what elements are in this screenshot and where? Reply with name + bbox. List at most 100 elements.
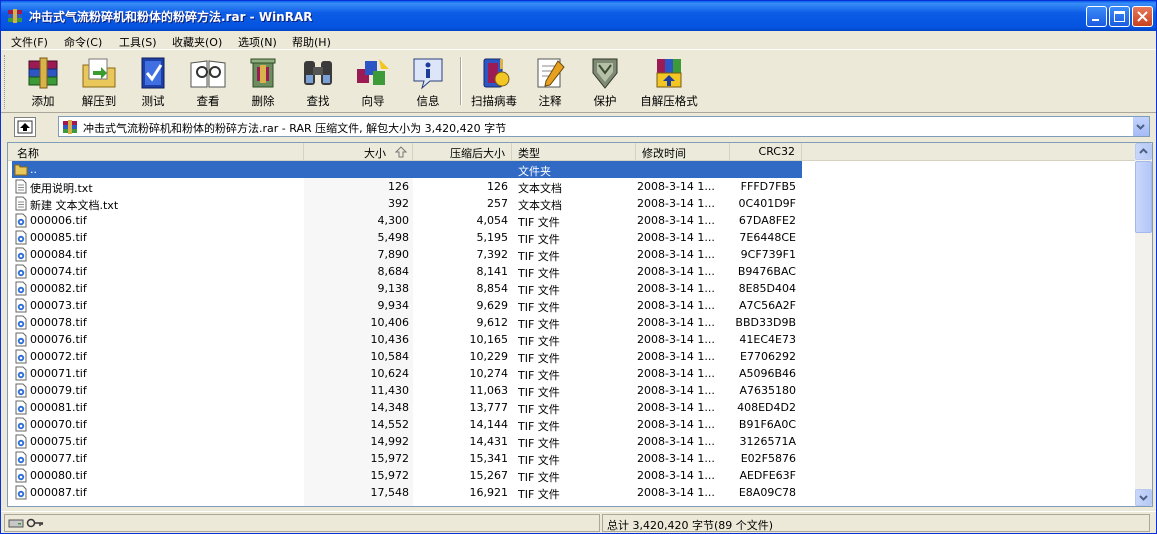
column-type-label: 类型: [518, 147, 540, 160]
cell-type: 文本文档: [518, 199, 562, 212]
folder-up-icon: [14, 164, 28, 176]
cell-packed: 4,054: [476, 214, 509, 227]
file-row[interactable]: 000084.tif 7,890 7,392 TIF 文件 2008-3-14 1...…: [8, 246, 1136, 263]
key-icon[interactable]: [26, 517, 44, 529]
file-row[interactable]: 000006.tif 4,300 4,054 TIF 文件 2008-3-14 1...…: [8, 212, 1136, 229]
cell-packed: 7,392: [476, 248, 509, 261]
file-row[interactable]: 000077.tif 15,972 15,341 TIF 文件 2008-3-14 1.…: [8, 450, 1136, 467]
cell-type: TIF 文件: [518, 471, 560, 484]
cell-name: 000074.tif: [30, 265, 87, 278]
scroll-up-button[interactable]: [1135, 143, 1152, 160]
cell-type: TIF 文件: [518, 352, 560, 365]
cell-size: 10,624: [370, 367, 410, 380]
cell-modified: 2008-3-14 1...: [637, 350, 715, 363]
column-packed-label: 压缩后大小: [450, 147, 505, 160]
column-size[interactable]: 大小: [304, 143, 413, 161]
menu-tools[interactable]: 工具(S): [119, 34, 157, 50]
view-button[interactable]: 查看: [180, 53, 236, 109]
address-combo[interactable]: 冲击式气流粉碎机和粉体的粉碎方法.rar - RAR 压缩文件, 解包大小为 3…: [58, 116, 1150, 137]
file-row[interactable]: 000079.tif 11,430 11,063 TIF 文件 2008-3-14 1.…: [8, 382, 1136, 399]
column-name[interactable]: 名称: [8, 143, 304, 161]
menu-file[interactable]: 文件(F): [11, 34, 48, 50]
cell-crc: 41EC4E73: [739, 333, 796, 346]
sfx-button[interactable]: 自解压格式: [640, 53, 698, 109]
cell-crc: A7C56A2F: [738, 299, 796, 312]
column-packed[interactable]: 压缩后大小: [413, 143, 512, 161]
vertical-scrollbar[interactable]: [1135, 143, 1152, 506]
delete-button[interactable]: 删除: [235, 53, 291, 109]
info-button[interactable]: 信息: [400, 53, 456, 109]
title-bar[interactable]: 冲击式气流粉碎机和粉体的粉碎方法.rar - WinRAR: [1, 1, 1156, 31]
minimize-button[interactable]: [1086, 6, 1107, 27]
column-modified[interactable]: 修改时间: [636, 143, 730, 161]
add-button[interactable]: 添加: [15, 53, 71, 109]
up-folder-button[interactable]: [14, 117, 36, 137]
menu-options[interactable]: 选项(N): [238, 34, 277, 50]
shield-icon: [592, 58, 618, 89]
cell-size: 15,972: [370, 469, 410, 482]
scroll-down-button[interactable]: [1135, 489, 1152, 506]
file-row[interactable]: 000080.tif 15,972 15,267 TIF 文件 2008-3-14 1.…: [8, 467, 1136, 484]
cell-packed: 10,229: [469, 350, 509, 363]
tif-image-icon: [15, 349, 27, 364]
drive-icon[interactable]: [8, 517, 24, 529]
cell-packed: 11,063: [469, 384, 509, 397]
comment-button[interactable]: 注释: [522, 53, 578, 109]
column-type[interactable]: 类型: [512, 143, 636, 161]
cell-type: 文本文档: [518, 182, 562, 195]
address-bar: 冲击式气流粉碎机和粉体的粉碎方法.rar - RAR 压缩文件, 解包大小为 3…: [1, 114, 1156, 140]
cell-packed: 14,431: [469, 435, 509, 448]
file-row[interactable]: 000076.tif 10,436 10,165 TIF 文件 2008-3-14 1.…: [8, 331, 1136, 348]
cell-packed: 15,341: [469, 452, 509, 465]
file-row[interactable]: 000074.tif 8,684 8,141 TIF 文件 2008-3-14 1...…: [8, 263, 1136, 280]
file-row[interactable]: 000070.tif 14,552 14,144 TIF 文件 2008-3-14 1.…: [8, 416, 1136, 433]
tif-image-icon: [15, 417, 27, 432]
sfx-label: 自解压格式: [640, 94, 698, 108]
close-button[interactable]: [1132, 6, 1153, 27]
toolbar-grip[interactable]: [4, 55, 7, 109]
wizard-button[interactable]: 向导: [345, 53, 401, 109]
status-total-text: 总计 3,420,420 字节(89 个文件): [607, 519, 774, 532]
address-dropdown-button[interactable]: [1132, 117, 1149, 136]
chevron-down-icon: [1136, 124, 1145, 130]
file-row[interactable]: 000085.tif 5,498 5,195 TIF 文件 2008-3-14 1...…: [8, 229, 1136, 246]
protect-button[interactable]: 保护: [577, 53, 633, 109]
cell-size: 14,552: [370, 418, 410, 431]
cell-name: 000081.tif: [30, 401, 87, 414]
file-row[interactable]: 000072.tif 10,584 10,229 TIF 文件 2008-3-14 1.…: [8, 348, 1136, 365]
view-book-icon: [190, 60, 226, 88]
cell-packed: 126: [487, 180, 508, 193]
file-row[interactable]: 000073.tif 9,934 9,629 TIF 文件 2008-3-14 1...…: [8, 297, 1136, 314]
window-title: 冲击式气流粉碎机和粉体的粉碎方法.rar - WinRAR: [29, 10, 313, 24]
maximize-button[interactable]: [1109, 6, 1130, 27]
file-row[interactable]: 新建 文本文档.txt 392 257 文本文档 2008-3-14 1... 0C401…: [8, 195, 1136, 212]
cell-size: 10,406: [370, 316, 410, 329]
winrar-app-icon[interactable]: [7, 8, 23, 24]
cell-crc: BBD33D9B: [735, 316, 796, 329]
column-crc[interactable]: CRC32: [730, 143, 802, 161]
file-row[interactable]: 000082.tif 9,138 8,854 TIF 文件 2008-3-14 1...…: [8, 280, 1136, 297]
cell-type: TIF 文件: [518, 437, 560, 450]
virus-scan-button[interactable]: 扫描病毒: [466, 53, 522, 109]
tif-image-icon: [15, 451, 27, 466]
cell-modified: 2008-3-14 1...: [637, 231, 715, 244]
info-icon: [413, 58, 443, 90]
test-button[interactable]: 测试: [125, 53, 181, 109]
cell-modified: 2008-3-14 1...: [637, 180, 715, 193]
file-row[interactable]: 使用说明.txt 126 126 文本文档 2008-3-14 1... FFFD7FB5: [8, 178, 1136, 195]
file-row[interactable]: 000078.tif 10,406 9,612 TIF 文件 2008-3-14 1..…: [8, 314, 1136, 331]
menu-commands[interactable]: 命令(C): [64, 34, 102, 50]
file-row[interactable]: 000075.tif 14,992 14,431 TIF 文件 2008-3-14 1.…: [8, 433, 1136, 450]
scroll-thumb[interactable]: [1135, 161, 1152, 233]
file-row[interactable]: 000071.tif 10,624 10,274 TIF 文件 2008-3-14 1.…: [8, 365, 1136, 382]
cell-name: 000080.tif: [30, 469, 87, 482]
find-button[interactable]: 查找: [290, 53, 346, 109]
file-row[interactable]: 000087.tif 17,548 16,921 TIF 文件 2008-3-14 1.…: [8, 484, 1136, 501]
parent-folder-row[interactable]: .. 文件夹: [8, 161, 1136, 178]
column-name-label: 名称: [17, 147, 39, 160]
menu-help[interactable]: 帮助(H): [292, 34, 331, 50]
file-row[interactable]: 000081.tif 14,348 13,777 TIF 文件 2008-3-14 1.…: [8, 399, 1136, 416]
cell-type: TIF 文件: [518, 284, 560, 297]
file-list[interactable]: 名称 大小 压缩后大小 类型 修改时间 CRC32 .. 文件夹 使用说明.txt 1…: [7, 142, 1153, 507]
menu-favorites[interactable]: 收藏夹(O): [172, 34, 222, 50]
